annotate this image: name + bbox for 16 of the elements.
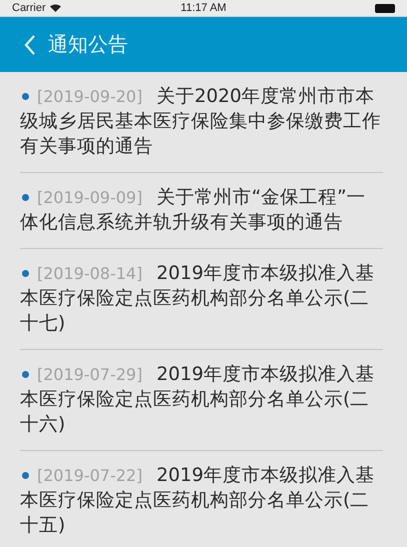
bullet-icon [22,270,29,278]
notice-link[interactable]: [2019-07-22] 2019年度市本级拟准入基本医疗保险定点医药机构部分名单公示(二十五) [20,463,383,538]
wifi-icon [50,4,61,12]
notice-link[interactable]: [2019-09-09] 关于常州市“金保工程”一体化信息系统并轨升级有关事项的通告 [20,185,383,235]
page-title: 通知公告 [48,31,128,58]
bullet-icon [22,93,29,100]
battery-icon [375,4,395,12]
bullet-icon [22,472,29,480]
back-icon[interactable] [24,34,36,56]
carrier-name: Carrier [12,2,46,14]
notice-link[interactable]: [2019-07-29] 2019年度市本级拟准入基本医疗保险定点医药机构部分名单公示(二十六) [20,362,383,437]
bullet-icon [22,194,29,202]
notice-link[interactable]: [2019-08-14] 2019年度市本级拟准入基本医疗保险定点医药机构部分名单公示(二十七) [20,261,383,336]
bullet-icon [22,371,29,378]
status-time: 11:17 AM [180,2,226,14]
notice-link[interactable]: [2019-09-20] 关于2020年度常州市市本级城乡居民基本医疗保险集中参保缴费工作有关事项的通告 [20,84,383,159]
